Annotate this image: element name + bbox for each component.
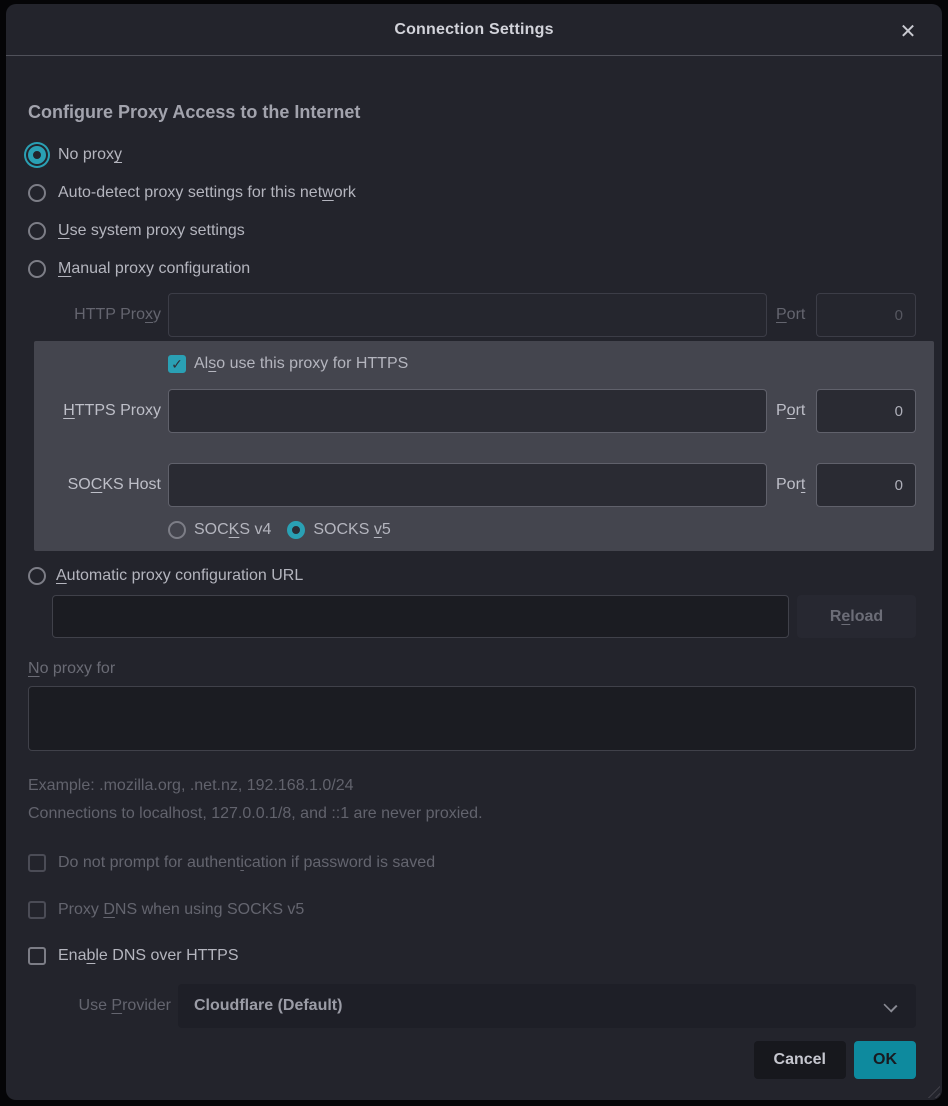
section-heading: Configure Proxy Access to the Internet [28, 100, 916, 124]
doh-provider-value: Cloudflare (Default) [194, 997, 342, 1015]
no-proxy-example-text: Example: .mozilla.org, .net.nz, 192.168.… [28, 777, 916, 795]
socks-host-label: SOCKS Host [34, 476, 168, 494]
https-port-label: Port [776, 402, 816, 420]
http-port-input [816, 293, 916, 337]
radio-socks-v4[interactable]: SOCKS v4 [168, 519, 271, 541]
radio-socks-v5[interactable]: SOCKS v5 [287, 519, 390, 541]
radio-button-icon[interactable] [28, 184, 46, 202]
highlighted-section: ✓ Also use this proxy for HTTPS HTTPS Pr… [34, 341, 934, 551]
checkbox-enable-doh[interactable]: Enable DNS over HTTPS [28, 945, 916, 967]
no-proxy-for-label: No proxy for [28, 660, 916, 678]
use-provider-label: Use Provider [28, 997, 178, 1015]
proxy-mode-radio-group: No proxy Auto-detect proxy settings for … [28, 144, 916, 280]
https-proxy-input[interactable] [168, 389, 767, 433]
checkbox-no-prompt-auth: Do not prompt for authentication if pass… [28, 852, 916, 874]
radio-auto-config-url[interactable]: Automatic proxy configuration URL [28, 565, 916, 587]
close-icon[interactable]: ✕ [894, 17, 922, 45]
dialog-footer: Cancel OK [28, 1041, 916, 1079]
dialog-title: Connection Settings [394, 21, 553, 39]
socks-v5-label: SOCKS v5 [313, 521, 390, 539]
radio-no-proxy[interactable]: No proxy [28, 144, 916, 166]
socks-port-input[interactable] [816, 463, 916, 507]
doh-provider-select: Cloudflare (Default) [178, 984, 916, 1028]
socks-v4-label: SOCKS v4 [194, 521, 271, 539]
radio-button-icon[interactable] [287, 521, 305, 539]
chevron-down-icon [883, 998, 897, 1012]
titlebar: Connection Settings ✕ [6, 4, 942, 56]
checkbox-icon [28, 854, 46, 872]
doh-provider-row: Use Provider Cloudflare (Default) [28, 984, 916, 1028]
https-port-input[interactable] [816, 389, 916, 433]
checkbox-also-use-https[interactable]: ✓ Also use this proxy for HTTPS [168, 353, 916, 375]
radio-manual-label: Manual proxy configuration [58, 260, 250, 278]
connection-settings-dialog: Connection Settings ✕ Configure Proxy Ac… [6, 4, 942, 1100]
radio-auto-detect[interactable]: Auto-detect proxy settings for this netw… [28, 182, 916, 204]
also-use-https-label: Also use this proxy for HTTPS [194, 355, 408, 373]
auto-config-url-label: Automatic proxy configuration URL [56, 567, 303, 585]
socks-version-radio-group: SOCKS v4 SOCKS v5 [168, 519, 916, 541]
http-proxy-input [168, 293, 767, 337]
radio-auto-detect-label: Auto-detect proxy settings for this netw… [58, 184, 356, 202]
socks-port-label: Port [776, 476, 816, 494]
localhost-note-text: Connections to localhost, 127.0.0.1/8, a… [28, 805, 916, 823]
checkbox-icon[interactable]: ✓ [168, 355, 186, 373]
radio-button-icon[interactable] [28, 222, 46, 240]
radio-button-icon[interactable] [28, 567, 46, 585]
socks-host-input[interactable] [168, 463, 767, 507]
no-prompt-auth-label: Do not prompt for authentication if pass… [58, 854, 435, 872]
proxy-dns-socks5-label: Proxy DNS when using SOCKS v5 [58, 901, 304, 919]
radio-button-icon[interactable] [28, 146, 46, 164]
https-proxy-row: HTTPS Proxy Port [34, 389, 916, 433]
checkbox-proxy-dns-socks5: Proxy DNS when using SOCKS v5 [28, 899, 916, 921]
radio-manual[interactable]: Manual proxy configuration [28, 258, 916, 280]
radio-no-proxy-label: No proxy [58, 146, 122, 164]
http-port-label: Port [776, 306, 816, 324]
radio-use-system-label: Use system proxy settings [58, 222, 245, 240]
http-proxy-label: HTTP Proxy [28, 306, 168, 324]
ok-button[interactable]: OK [854, 1041, 916, 1079]
checkbox-icon [28, 901, 46, 919]
https-proxy-label: HTTPS Proxy [34, 402, 168, 420]
radio-use-system[interactable]: Use system proxy settings [28, 220, 916, 242]
dialog-content: Configure Proxy Access to the Internet N… [6, 56, 942, 1100]
cancel-button[interactable]: Cancel [754, 1041, 846, 1079]
no-proxy-for-textarea [28, 686, 916, 751]
radio-button-icon[interactable] [28, 260, 46, 278]
auto-config-url-input [52, 595, 789, 638]
radio-button-icon[interactable] [168, 521, 186, 539]
http-proxy-row: HTTP Proxy Port [28, 293, 916, 337]
checkbox-icon[interactable] [28, 947, 46, 965]
reload-button: Reload [797, 595, 916, 638]
enable-doh-label: Enable DNS over HTTPS [58, 947, 239, 965]
socks-host-row: SOCKS Host Port [34, 463, 916, 507]
auto-config-url-row: Reload [28, 595, 916, 638]
